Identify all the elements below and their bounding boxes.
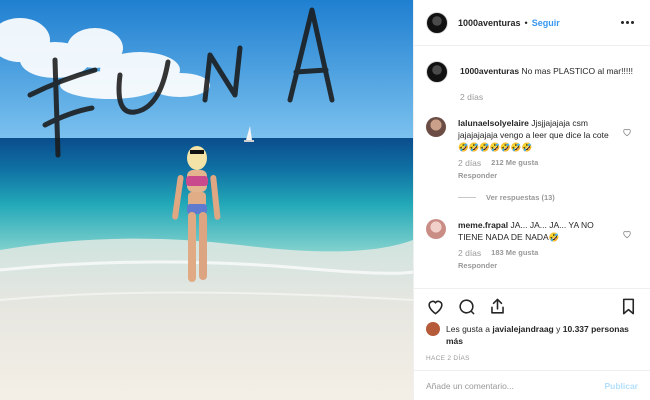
like-comment-heart-icon[interactable] (622, 229, 632, 239)
replies-divider (458, 197, 476, 198)
post-actions: Les gusta a javialejandraag y 10.337 per… (414, 288, 650, 362)
commenter-avatar[interactable] (426, 219, 446, 239)
header-separator: • (524, 17, 528, 28)
post-photo[interactable] (0, 0, 413, 400)
instagram-post: 1000aventuras • Seguir 1000aventuras No … (0, 0, 650, 400)
follow-button[interactable]: Seguir (532, 18, 560, 28)
share-icon[interactable] (488, 297, 507, 316)
liker-username[interactable]: javialejandraag (492, 324, 553, 334)
post-side-panel: 1000aventuras • Seguir 1000aventuras No … (413, 0, 650, 400)
comment-time[interactable]: 2 días (458, 247, 481, 259)
likes-summary: Les gusta a javialejandraag y 10.337 per… (426, 322, 638, 347)
bookmark-icon[interactable] (619, 297, 638, 316)
comment-icon[interactable] (457, 297, 476, 316)
commenter-avatar[interactable] (426, 117, 446, 137)
more-options-icon[interactable] (617, 17, 638, 28)
author-avatar[interactable] (426, 11, 448, 34)
comment-username[interactable]: lalunaelsolyelaire (458, 118, 529, 128)
comment-item: meme.frapal JA... JA... JA... YA NO TIEN… (426, 219, 646, 272)
comment-username[interactable]: meme.frapal (458, 220, 508, 230)
post-caption: 1000aventuras No mas PLASTICO al mar!!!!… (426, 61, 636, 103)
post-header: 1000aventuras • Seguir (414, 0, 650, 46)
heart-icon[interactable] (426, 297, 445, 316)
likes-prefix: Les gusta a (446, 324, 490, 334)
comment-likes[interactable]: 212 Me gusta (491, 157, 538, 169)
view-replies-label[interactable]: Ver respuestas (13) (486, 193, 555, 202)
comments-list[interactable]: 1000aventuras No mas PLASTICO al mar!!!!… (414, 47, 650, 287)
reply-button[interactable]: Responder (458, 260, 616, 272)
publish-button[interactable]: Publicar (604, 381, 638, 391)
reply-button[interactable]: Responder (458, 170, 616, 182)
caption-text: No mas PLASTICO al mar!!!!! (521, 66, 633, 76)
caption-username[interactable]: 1000aventuras (460, 66, 519, 76)
caption-avatar[interactable] (426, 61, 448, 83)
comment-likes[interactable]: 183 Me gusta (491, 247, 538, 259)
view-replies-button[interactable]: Ver respuestas (13) (458, 193, 555, 202)
caption-time[interactable]: 2 días (460, 91, 633, 103)
like-comment-heart-icon[interactable] (622, 127, 632, 137)
likes-connector: y (556, 324, 561, 334)
beach-scene-image (0, 0, 413, 400)
comment-time[interactable]: 2 días (458, 157, 481, 169)
add-comment-bar: Publicar (414, 370, 650, 400)
post-timestamp[interactable]: HACE 2 DÍAS (426, 355, 638, 362)
comment-input[interactable] (426, 380, 605, 391)
author-username[interactable]: 1000aventuras (458, 18, 521, 28)
comment-item: lalunaelsolyelaire Jjsjjajajaja csm jaja… (426, 117, 646, 182)
liker-avatar[interactable] (426, 322, 440, 336)
action-icons-row (426, 289, 638, 323)
